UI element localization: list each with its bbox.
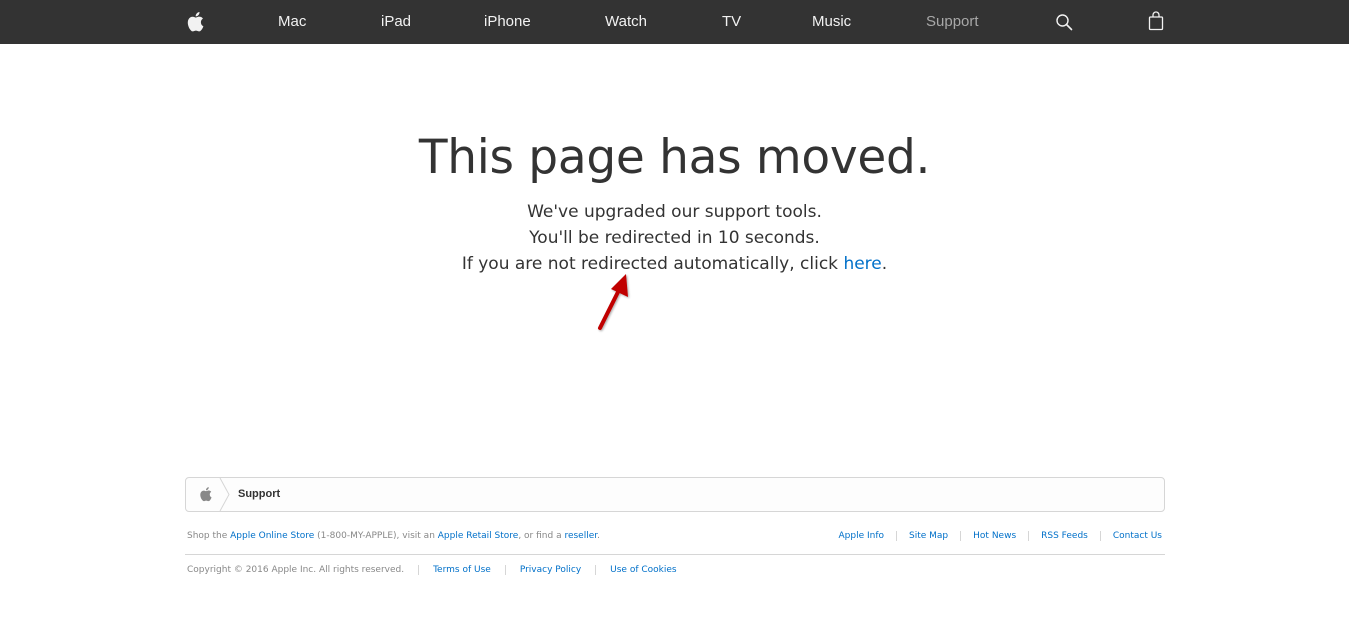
rss-feeds-link[interactable]: RSS Feeds bbox=[1028, 531, 1100, 541]
footer-links: Apple Info Site Map Hot News RSS Feeds Conta… bbox=[827, 531, 1164, 541]
redirect-instructions-text: If you are not redirected automatically,… bbox=[461, 254, 844, 274]
footer-shop-line: Shop the Apple Online Store (1-800-MY-AP… bbox=[187, 531, 600, 541]
site-map-link[interactable]: Site Map bbox=[896, 531, 961, 541]
upgrade-message: We've upgraded our support tools. bbox=[527, 202, 822, 222]
nav-item-iphone[interactable]: iPhone bbox=[484, 0, 531, 44]
red-arrow-icon bbox=[598, 274, 628, 330]
shop-phone: (1-800-MY-APPLE), visit an bbox=[314, 531, 438, 541]
search-icon[interactable] bbox=[1055, 0, 1075, 44]
terms-of-use-link[interactable]: Terms of Use bbox=[418, 565, 505, 575]
nav-item-support[interactable]: Support bbox=[926, 0, 979, 44]
footer-legal: Copyright © 2016 Apple Inc. All rights r… bbox=[187, 565, 691, 575]
footer-divider bbox=[185, 554, 1165, 555]
apple-logo-icon[interactable] bbox=[186, 0, 206, 44]
shopping-bag-icon[interactable] bbox=[1147, 0, 1167, 44]
apple-retail-store-link[interactable]: Apple Retail Store bbox=[438, 531, 519, 541]
privacy-policy-link[interactable]: Privacy Policy bbox=[504, 565, 596, 575]
nav-item-watch[interactable]: Watch bbox=[605, 0, 647, 44]
breadcrumb-support[interactable]: Support bbox=[238, 478, 280, 511]
nav-item-tv[interactable]: TV bbox=[722, 0, 741, 44]
reseller-link[interactable]: reseller bbox=[564, 531, 597, 541]
use-of-cookies-link[interactable]: Use of Cookies bbox=[595, 565, 691, 575]
redirect-countdown: You'll be redirected in 10 seconds. bbox=[529, 228, 820, 248]
global-nav: Mac iPad iPhone Watch TV Music Support bbox=[0, 0, 1349, 44]
redirect-instructions: If you are not redirected automatically,… bbox=[0, 251, 1349, 277]
apple-online-store-link[interactable]: Apple Online Store bbox=[230, 531, 314, 541]
redirect-here-link[interactable]: here bbox=[843, 254, 881, 274]
nav-item-mac[interactable]: Mac bbox=[278, 0, 306, 44]
apple-info-link[interactable]: Apple Info bbox=[827, 531, 897, 541]
contact-us-link[interactable]: Contact Us bbox=[1099, 531, 1164, 541]
breadcrumb: Support bbox=[185, 477, 1165, 512]
main-content: This page has moved. We've upgraded our … bbox=[0, 44, 1349, 464]
shop-suffix: . bbox=[597, 531, 601, 541]
nav-item-ipad[interactable]: iPad bbox=[381, 0, 411, 44]
page-title: This page has moved. bbox=[418, 130, 931, 185]
shop-middle: , or find a bbox=[518, 531, 565, 541]
breadcrumb-chevron-icon bbox=[219, 478, 230, 511]
hot-news-link[interactable]: Hot News bbox=[960, 531, 1029, 541]
redirect-instructions-period: . bbox=[881, 254, 888, 274]
copyright-text: Copyright © 2016 Apple Inc. All rights r… bbox=[187, 565, 405, 575]
breadcrumb-apple-icon[interactable] bbox=[199, 486, 212, 507]
shop-prefix: Shop the bbox=[187, 531, 231, 541]
nav-item-music[interactable]: Music bbox=[812, 0, 851, 44]
